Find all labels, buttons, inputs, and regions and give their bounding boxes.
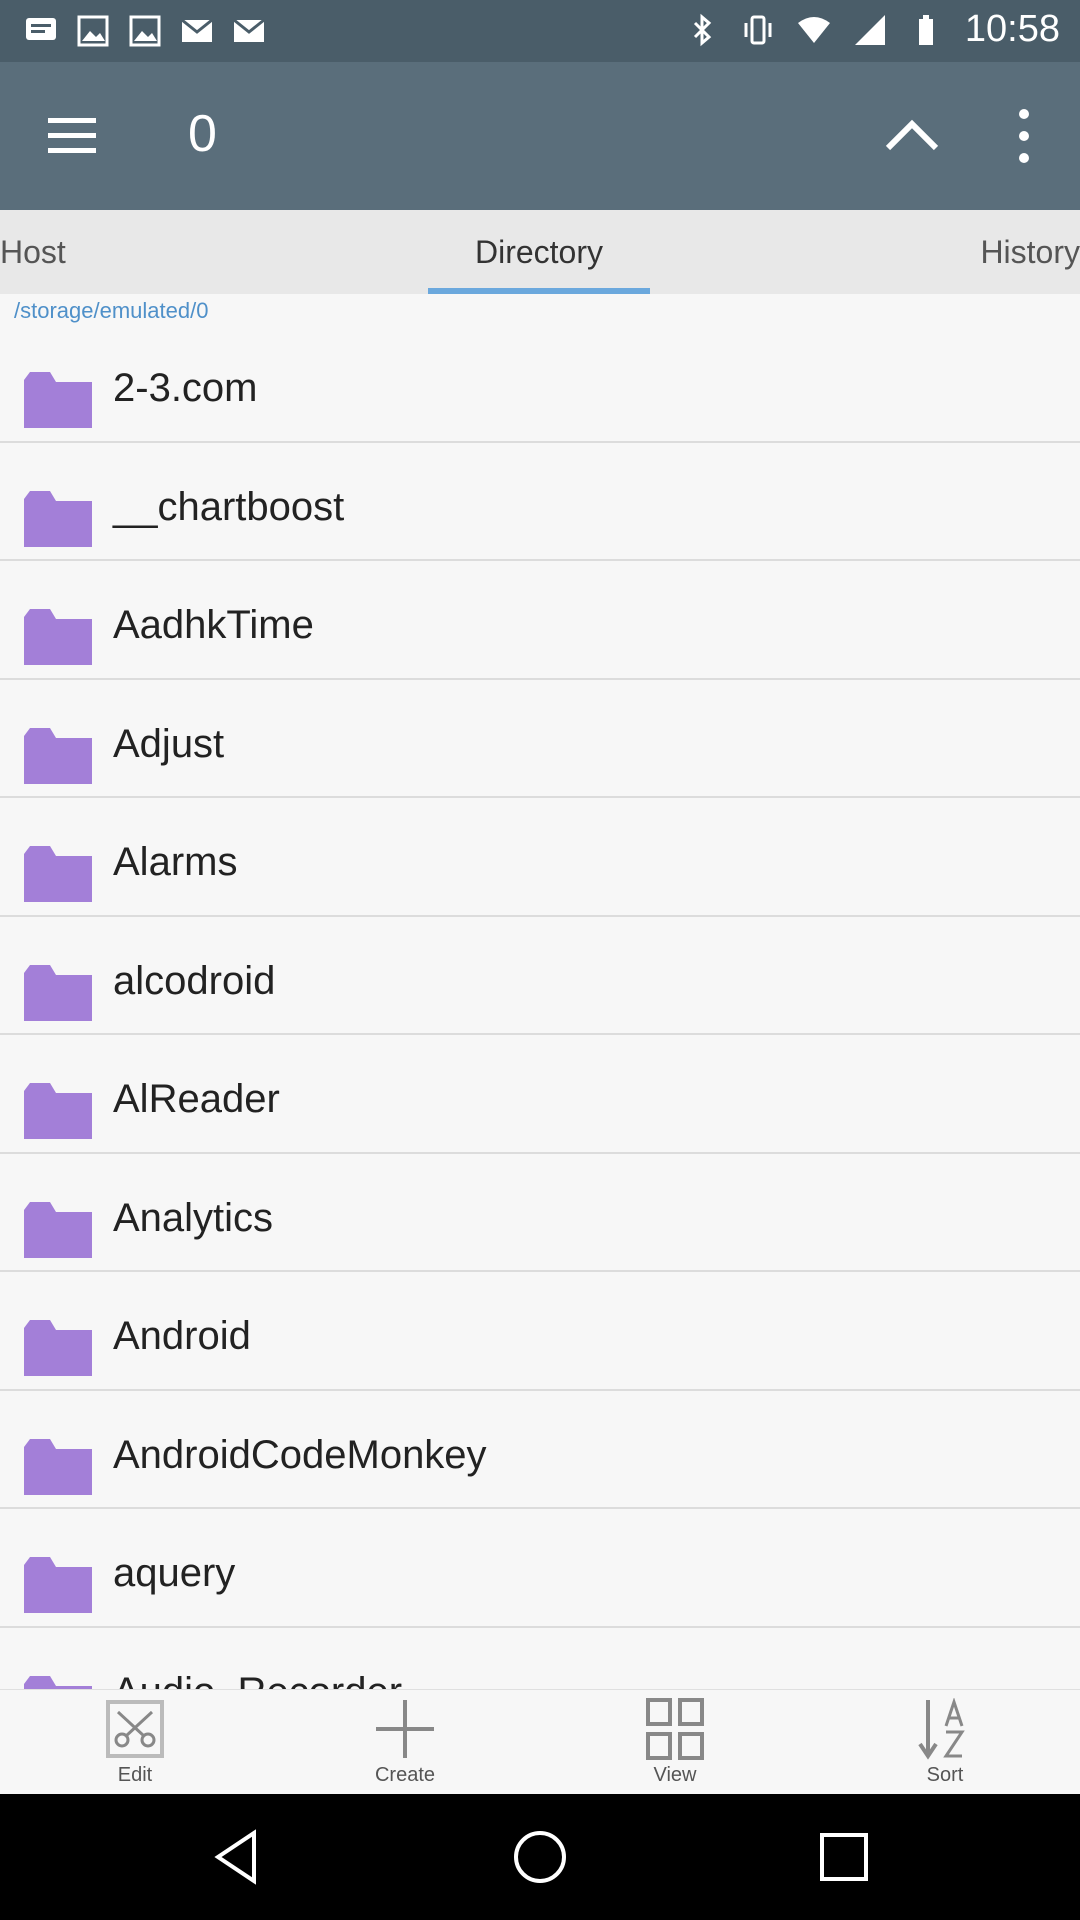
status-time: 10:58 <box>964 8 1060 50</box>
back-icon[interactable] <box>208 1827 268 1887</box>
folder-name: aquery <box>113 1551 236 1595</box>
signal-icon <box>854 14 885 45</box>
mail-icon <box>181 18 213 42</box>
battery-icon <box>918 14 933 45</box>
sort-az-icon <box>918 1698 965 1760</box>
notification-icons <box>24 14 266 48</box>
image-icon <box>129 15 161 47</box>
plus-icon <box>376 1700 434 1758</box>
mail-icon <box>233 18 265 42</box>
more-vertical-icon[interactable] <box>1000 104 1048 168</box>
edit-label: Edit <box>117 1764 153 1786</box>
tab-bar: Host Directory History <box>0 210 1080 294</box>
folder-name: Android <box>113 1314 251 1358</box>
scissors-icon <box>106 1700 164 1758</box>
folder-icon <box>24 490 92 547</box>
list-item[interactable]: Adjust <box>0 680 1080 798</box>
folder-icon <box>24 964 92 1021</box>
folder-icon <box>24 846 92 902</box>
view-label: View <box>653 1764 697 1786</box>
tab-directory[interactable]: Directory <box>428 210 650 294</box>
app-bar: 0 <box>0 62 1080 210</box>
folder-name: __chartboost <box>113 484 345 529</box>
folder-icon <box>24 609 92 665</box>
messages-icon <box>26 18 56 40</box>
hamburger-menu-icon[interactable] <box>44 108 100 164</box>
page-title: 0 <box>188 105 217 163</box>
list-item[interactable]: AadhkTime <box>0 561 1080 680</box>
create-button[interactable]: Create <box>335 1690 475 1795</box>
sort-button[interactable]: Sort <box>875 1690 1015 1795</box>
bluetooth-icon <box>693 13 712 46</box>
tab-host[interactable]: Host <box>0 210 66 294</box>
tab-history[interactable]: History <box>980 210 1080 294</box>
list-item[interactable]: 2-3.com <box>0 324 1080 443</box>
vibrate-icon <box>744 15 772 44</box>
create-label: Create <box>374 1764 436 1786</box>
edit-button[interactable]: Edit <box>65 1690 205 1795</box>
current-path: /storage/emulated/0 <box>14 298 209 323</box>
folder-icon <box>24 372 92 428</box>
system-nav-bar <box>0 1794 1080 1920</box>
list-item[interactable]: Android <box>0 1272 1080 1391</box>
folder-name: Alarms <box>113 840 238 884</box>
status-bar: 10:58 <box>0 0 1080 62</box>
grid-icon <box>646 1698 704 1760</box>
home-icon[interactable] <box>510 1827 570 1887</box>
folder-icon <box>24 1438 92 1495</box>
folder-list: 2-3.com __chartboost AadhkTime Adjust Al… <box>0 324 1080 1689</box>
list-item[interactable]: Alarms <box>0 798 1080 917</box>
list-item[interactable]: alcodroid <box>0 917 1080 1035</box>
folder-icon <box>24 1083 92 1139</box>
list-item[interactable]: AndroidCodeMonkey <box>0 1391 1080 1509</box>
view-button[interactable]: View <box>605 1690 745 1795</box>
wifi-icon <box>797 16 830 43</box>
folder-name: AadhkTime <box>113 603 314 647</box>
folder-icon <box>24 1320 92 1376</box>
folder-name: AlReader <box>113 1077 280 1121</box>
folder-name: AndroidCodeMonkey <box>113 1432 487 1477</box>
list-item[interactable]: __chartboost <box>0 443 1080 561</box>
folder-name: 2-3.com <box>113 366 258 410</box>
system-icons: 10:58 <box>685 8 1060 51</box>
folder-name: Adjust <box>113 721 225 766</box>
folder-name: alcodroid <box>113 958 276 1003</box>
list-item[interactable]: aquery <box>0 1509 1080 1628</box>
folder-name: Audio_Recorder <box>113 1670 402 1690</box>
list-item[interactable]: Audio_Recorder <box>0 1628 1080 1690</box>
sort-label: Sort <box>926 1764 964 1786</box>
folder-icon <box>24 1201 92 1258</box>
chevron-up-icon[interactable] <box>880 104 944 168</box>
recents-icon[interactable] <box>814 1827 874 1887</box>
list-item[interactable]: AlReader <box>0 1035 1080 1154</box>
bottom-toolbar: Edit Create View Sort <box>0 1689 1080 1794</box>
folder-name: Analytics <box>113 1195 274 1240</box>
folder-icon <box>24 1557 92 1613</box>
image-icon <box>77 15 109 47</box>
list-item[interactable]: Analytics <box>0 1154 1080 1272</box>
folder-icon <box>24 727 92 784</box>
folder-icon <box>24 1675 92 1689</box>
directory-content[interactable]: /storage/emulated/0 2-3.com __chartboost… <box>0 294 1080 1689</box>
